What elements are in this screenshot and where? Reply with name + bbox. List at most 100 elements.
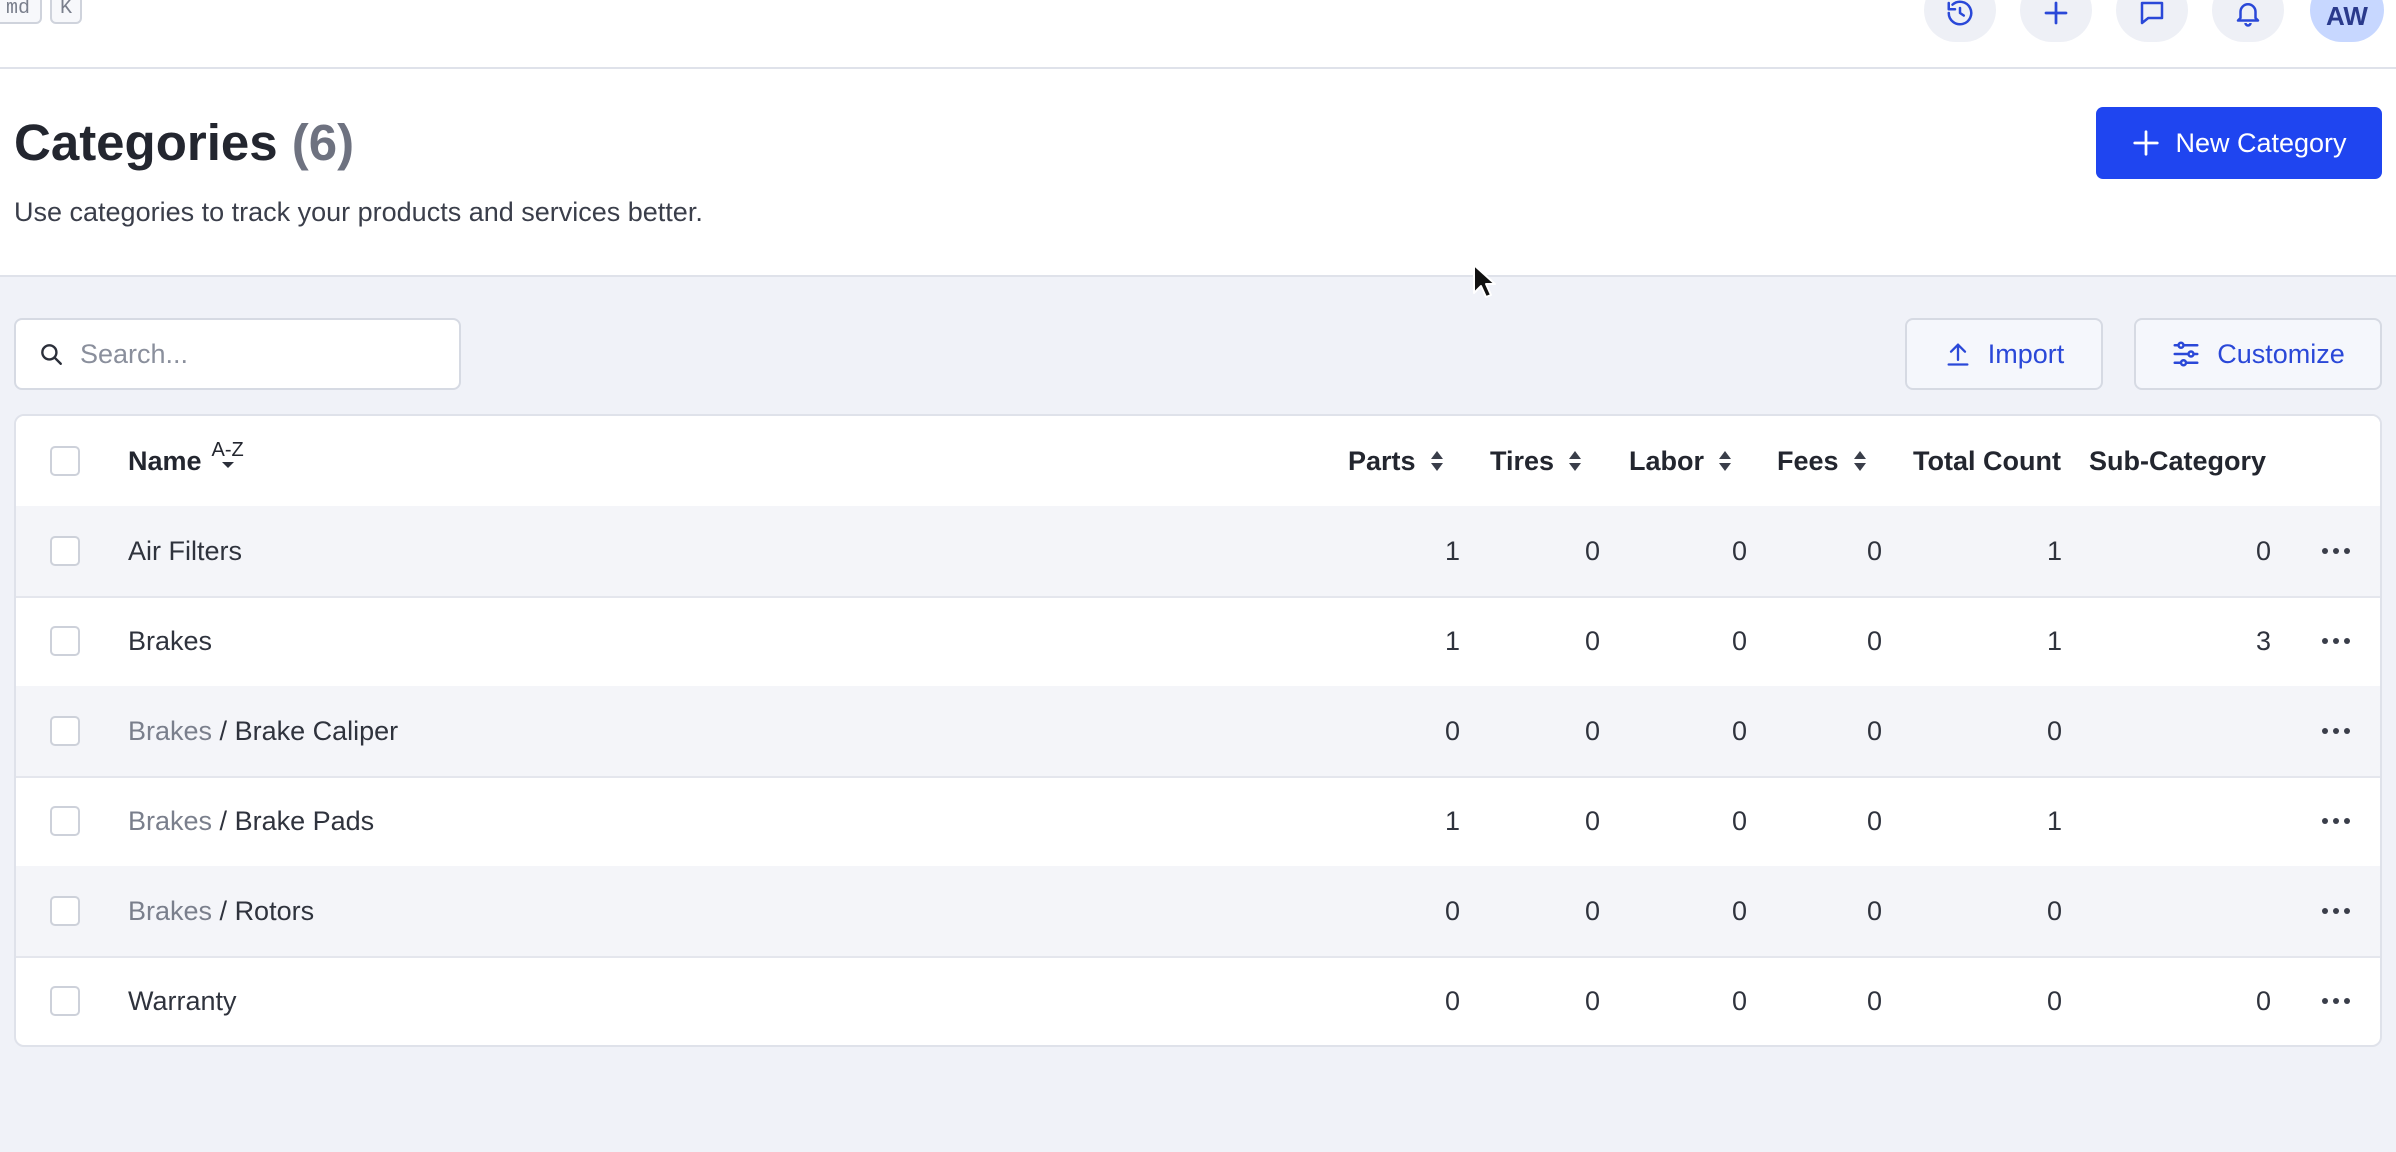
category-label: Air Filters (128, 535, 242, 566)
row-checkbox[interactable] (50, 896, 80, 926)
category-label: Brake Pads (234, 805, 375, 836)
row-actions-button[interactable] (2316, 624, 2356, 658)
more-horizontal-icon (2322, 548, 2350, 554)
column-parts-label: Parts (1348, 445, 1416, 476)
category-name[interactable]: Brakes / Brake Caliper (128, 686, 398, 776)
notifications-button[interactable] (2212, 0, 2284, 42)
category-label: Rotors (234, 895, 315, 926)
total-count: 1 (2046, 625, 2062, 656)
sub-category-count (2171, 866, 2271, 956)
labor-count: 0 (1731, 535, 1747, 566)
search-icon (41, 344, 62, 365)
total-count: 1 (2046, 535, 2062, 566)
sub-category-count (2171, 686, 2271, 776)
path-separator: / (212, 715, 235, 746)
total-count: 0 (2046, 715, 2062, 746)
column-fees-label: Fees (1777, 445, 1839, 476)
categories-table: Name A-Z Parts Tires Labor Fees Total Co… (14, 414, 2382, 1047)
more-horizontal-icon (2322, 908, 2350, 914)
upload-icon (1947, 343, 1969, 366)
column-fees[interactable]: Fees (1777, 416, 1867, 506)
row-actions-button[interactable] (2316, 984, 2356, 1018)
table-row[interactable]: Brakes 1 0 0 0 1 3 (16, 596, 2380, 688)
table-row[interactable]: Brakes / Brake Caliper 0 0 0 0 0 (16, 686, 2380, 778)
row-checkbox[interactable] (50, 986, 80, 1016)
row-actions-button[interactable] (2316, 534, 2356, 568)
select-all-checkbox[interactable] (50, 446, 80, 476)
table-row[interactable]: Brakes / Rotors 0 0 0 0 0 (16, 866, 2380, 958)
parent-category: Brakes (128, 805, 213, 836)
import-button[interactable]: Import (1905, 318, 2103, 390)
fees-count: 0 (1866, 805, 1882, 836)
row-actions-button[interactable] (2316, 894, 2356, 928)
table-row[interactable]: Warranty 0 0 0 0 0 0 (16, 956, 2380, 1045)
column-parts[interactable]: Parts (1348, 416, 1444, 506)
page-subtitle: Use categories to track your products an… (14, 197, 703, 227)
parts-count: 0 (1444, 985, 1460, 1016)
category-label: Warranty (128, 985, 237, 1016)
table-header: Name A-Z Parts Tires Labor Fees Total Co… (16, 416, 2380, 508)
page-title-text: Categories (14, 114, 278, 171)
sub-category-count: 3 (2255, 625, 2271, 656)
history-button[interactable] (1924, 0, 1996, 42)
messages-button[interactable] (2116, 0, 2188, 42)
total-count: 1 (2046, 805, 2062, 836)
import-label: Import (1987, 338, 2065, 369)
row-checkbox[interactable] (50, 626, 80, 656)
category-name[interactable]: Brakes / Brake Pads (128, 776, 374, 866)
tires-count: 0 (1584, 715, 1600, 746)
name-sort-label: A-Z (211, 439, 244, 461)
fees-count: 0 (1866, 535, 1882, 566)
row-checkbox[interactable] (50, 806, 80, 836)
search-input[interactable] (78, 337, 442, 371)
category-name[interactable]: Brakes / Rotors (128, 866, 314, 956)
category-label: Brakes (128, 625, 213, 656)
table-row[interactable]: Brakes / Brake Pads 1 0 0 0 1 (16, 776, 2380, 868)
customize-button[interactable]: Customize (2134, 318, 2382, 390)
page-title: Categories (6) (14, 113, 354, 173)
shortcut-key-k: K (50, 0, 82, 24)
column-tires[interactable]: Tires (1490, 416, 1582, 506)
more-horizontal-icon (2322, 818, 2350, 824)
labor-count: 0 (1731, 715, 1747, 746)
sort-icon (1430, 451, 1443, 471)
tires-count: 0 (1584, 535, 1600, 566)
user-avatar[interactable]: AW (2310, 0, 2384, 42)
row-actions-button[interactable] (2316, 804, 2356, 838)
more-horizontal-icon (2322, 998, 2350, 1004)
labor-count: 0 (1731, 805, 1747, 836)
column-name[interactable]: Name A-Z (128, 416, 244, 506)
search-box (14, 318, 461, 390)
category-name[interactable]: Brakes (128, 596, 212, 686)
customize-label: Customize (2217, 338, 2345, 369)
sliders-icon (2173, 341, 2199, 367)
sort-icon (1719, 451, 1732, 471)
category-name[interactable]: Warranty (128, 956, 237, 1045)
create-button[interactable] (2020, 0, 2092, 42)
row-checkbox[interactable] (50, 716, 80, 746)
sub-category-count: 0 (2255, 985, 2271, 1016)
path-separator: / (212, 895, 235, 926)
path-separator: / (212, 805, 235, 836)
column-name-label: Name (128, 445, 202, 476)
row-checkbox[interactable] (50, 536, 80, 566)
new-category-button[interactable]: New Category (2096, 107, 2382, 179)
bell-icon (2236, 3, 2260, 27)
parts-count: 0 (1444, 715, 1460, 746)
parent-category: Brakes (128, 715, 213, 746)
labor-count: 0 (1731, 895, 1747, 926)
sub-category-count: 0 (2255, 535, 2271, 566)
column-labor[interactable]: Labor (1629, 416, 1732, 506)
total-count: 0 (2046, 985, 2062, 1016)
column-labor-label: Labor (1629, 445, 1705, 476)
tires-count: 0 (1584, 805, 1600, 836)
mouse-cursor-icon (1473, 264, 1496, 298)
column-total-count: Total Count (1913, 445, 2061, 476)
tires-count: 0 (1584, 895, 1600, 926)
page-header: Categories (6) Use categories to track y… (0, 69, 2396, 277)
row-actions-button[interactable] (2316, 714, 2356, 748)
table-row[interactable]: Air Filters 1 0 0 0 1 0 (16, 506, 2380, 598)
fees-count: 0 (1866, 985, 1882, 1016)
category-name[interactable]: Air Filters (128, 506, 242, 596)
parts-count: 1 (1444, 805, 1460, 836)
